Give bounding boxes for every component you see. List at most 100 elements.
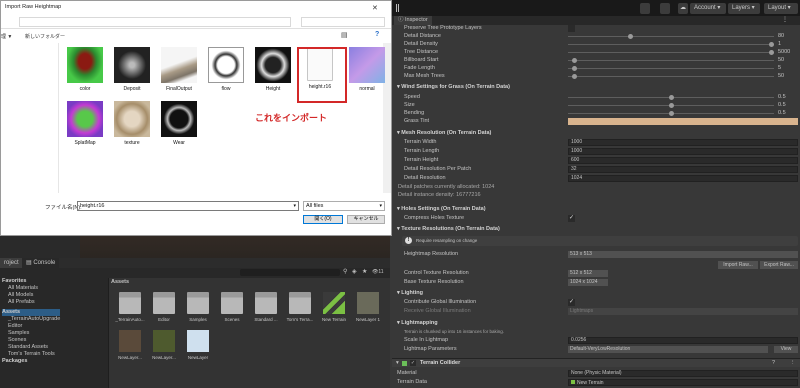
row-terrain-data: Terrain Data New Terrain: [392, 378, 800, 387]
view-button[interactable]: View: [774, 346, 798, 353]
new-folder-button[interactable]: 新しいフォルダー: [25, 33, 65, 40]
file-color[interactable]: color: [64, 47, 106, 92]
layers-dropdown[interactable]: Layers ▾: [728, 3, 760, 14]
layout-dropdown[interactable]: Layout ▾: [764, 3, 798, 14]
terrain-height-field[interactable]: 600: [568, 157, 798, 164]
terrain-width-field[interactable]: 1000: [568, 139, 798, 146]
tree-item-terrain-auto-upgrade[interactable]: _TerrainAutoUpgrade: [2, 316, 60, 323]
favorite-star-icon[interactable]: ★: [362, 268, 367, 275]
component-menu-icon[interactable]: ⋮: [790, 359, 796, 368]
open-button[interactable]: 開く(O): [303, 215, 343, 224]
tree-item-all-models[interactable]: All Models: [2, 292, 60, 299]
tree-item-scenes[interactable]: Scenes: [2, 337, 60, 344]
account-dropdown[interactable]: Account ▾: [690, 3, 726, 14]
terrain-collider-header[interactable]: ▾ ✓ Terrain Collider ? ⋮: [392, 358, 800, 367]
detail-density-slider[interactable]: [568, 42, 774, 47]
file-splatmap[interactable]: SplatMap: [64, 101, 106, 146]
collab-icon[interactable]: [660, 3, 670, 14]
tree-item-samples[interactable]: Samples: [2, 330, 60, 337]
export-raw-button[interactable]: Export Raw...: [760, 261, 798, 269]
label-icon[interactable]: ◈: [352, 268, 357, 275]
slider-knob[interactable]: [572, 66, 578, 71]
detail-res-per-patch-field[interactable]: 32: [568, 166, 798, 173]
slider-knob[interactable]: [668, 111, 674, 116]
tree-item-all-materials[interactable]: All Materials: [2, 285, 60, 292]
mesh-resolution-header[interactable]: ▾ Mesh Resolution (On Terrain Data): [392, 129, 800, 138]
organize-menu[interactable]: 理 ▼: [1, 33, 12, 40]
packages-header[interactable]: Packages: [2, 358, 60, 365]
help-icon[interactable]: ?: [772, 359, 775, 368]
preserve-tree-checkbox[interactable]: [568, 25, 575, 32]
terrain-length-field[interactable]: 1000: [568, 148, 798, 155]
file-wear[interactable]: Wear: [158, 101, 200, 146]
billboard-start-slider[interactable]: [568, 58, 774, 63]
close-icon[interactable]: ✕: [372, 4, 378, 12]
heightmap-resolution-dropdown[interactable]: 513 x 513: [568, 251, 798, 258]
search-input[interactable]: [240, 269, 340, 276]
file-normal[interactable]: normal: [346, 47, 388, 92]
asset-newlayer-1[interactable]: NewLayer 1: [348, 292, 388, 322]
tree-item-all-prefabs[interactable]: All Prefabs: [2, 299, 60, 306]
tree-item-toms-terrain-tools[interactable]: Tom's Terrain Tools: [2, 351, 60, 358]
slider-knob[interactable]: [769, 42, 774, 47]
tab-project[interactable]: roject: [0, 258, 23, 268]
menu-kebab-icon[interactable]: ⋮: [782, 16, 788, 23]
slider-knob[interactable]: [572, 74, 578, 79]
file-final-output[interactable]: FinalOutput: [158, 47, 200, 92]
file-flow[interactable]: flow: [205, 47, 247, 92]
cancel-button[interactable]: キャンセル: [347, 215, 385, 224]
view-options-icon[interactable]: ▤: [341, 31, 348, 39]
collider-enabled-checkbox[interactable]: ✓: [410, 360, 416, 366]
favorites-header[interactable]: Favorites: [2, 278, 60, 285]
detail-distance-slider[interactable]: [568, 34, 774, 39]
max-mesh-trees-slider[interactable]: [568, 74, 774, 79]
scale-lightmap-field[interactable]: 0.0256: [568, 337, 798, 344]
detail-info-density: Detail instance density: 16777216: [392, 191, 800, 200]
slider-knob[interactable]: [668, 103, 674, 108]
row-lightmap-parameters: Lightmap Parameters Default-VeryLowResolu…: [392, 345, 800, 354]
slider-knob[interactable]: [628, 34, 634, 39]
assets-header[interactable]: Assets: [2, 309, 61, 316]
tree-item-standard-assets[interactable]: Standard Assets: [2, 344, 60, 351]
wind-settings-header[interactable]: ▾ Wind Settings for Grass (On Terrain Da…: [392, 83, 800, 92]
base-texture-dropdown[interactable]: 1024 x 1024: [568, 279, 608, 286]
file-texture[interactable]: texture: [111, 101, 153, 146]
wind-speed-slider[interactable]: [568, 95, 774, 100]
slider-knob[interactable]: [668, 95, 674, 100]
holes-settings-header[interactable]: ▾ Holes Settings (On Terrain Data): [392, 205, 800, 214]
folder-search-input[interactable]: [301, 17, 385, 27]
filename-input[interactable]: height.r16 ▾: [77, 201, 299, 211]
file-deposit[interactable]: Deposit: [111, 47, 153, 92]
cloud-icon[interactable]: [640, 3, 650, 14]
pause-icon[interactable]: [396, 4, 399, 12]
wind-bending-slider[interactable]: [568, 111, 774, 116]
help-icon[interactable]: ?: [375, 31, 379, 38]
tree-distance-slider[interactable]: [568, 50, 774, 55]
slider-knob[interactable]: [769, 50, 774, 55]
filter-icon[interactable]: ⚲: [343, 268, 347, 275]
lightmap-params-dropdown[interactable]: Default-VeryLowResolution: [568, 346, 768, 353]
material-field[interactable]: None (Physic Material): [568, 370, 798, 377]
grass-tint-swatch[interactable]: [568, 118, 798, 125]
tab-console[interactable]: ▤ Console: [22, 258, 60, 268]
row-value[interactable]: 50: [778, 72, 798, 81]
filetype-select[interactable]: All files ▾: [303, 201, 385, 211]
receive-gi-dropdown[interactable]: Lightmaps: [568, 308, 798, 315]
contribute-gi-checkbox[interactable]: ✓: [568, 299, 575, 306]
file-height[interactable]: Height: [252, 47, 294, 92]
fade-length-slider[interactable]: [568, 66, 774, 71]
path-field[interactable]: [19, 17, 291, 27]
navigation-pane[interactable]: [1, 43, 59, 193]
asset-newlayer-c[interactable]: NewLayer: [178, 330, 218, 360]
services-icon[interactable]: ☁: [678, 3, 688, 14]
wind-size-slider[interactable]: [568, 103, 774, 108]
import-raw-button[interactable]: Import Raw...: [718, 261, 758, 269]
control-texture-dropdown[interactable]: 512 x 512: [568, 270, 608, 277]
detail-resolution-field[interactable]: 1024: [568, 175, 798, 182]
texture-resolutions-header[interactable]: ▾ Texture Resolutions (On Terrain Data): [392, 225, 800, 234]
slider-knob[interactable]: [572, 58, 578, 63]
terrain-data-field[interactable]: New Terrain: [568, 379, 798, 386]
lighting-header[interactable]: ▾ Lighting: [392, 289, 800, 298]
compress-holes-checkbox[interactable]: ✓: [568, 215, 575, 222]
tree-item-editor[interactable]: Editor: [2, 323, 60, 330]
